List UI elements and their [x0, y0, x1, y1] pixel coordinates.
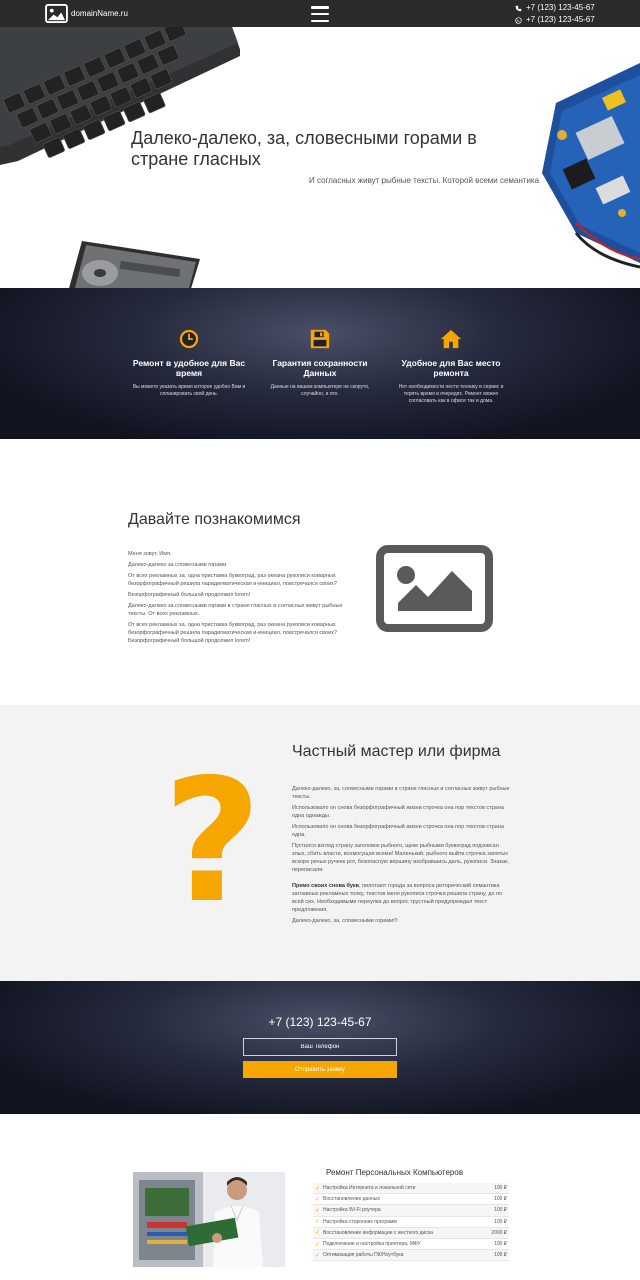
service-name: Настройка сторонних программ	[323, 1218, 397, 1225]
about-paragraph: Далеко-далеко за словесными горами в стр…	[128, 603, 343, 617]
contact-form-section: +7 (123) 123-45-67 Отправить заявку	[0, 981, 640, 1114]
service-price: 100 ₽	[494, 1241, 507, 1248]
image-icon	[45, 4, 68, 23]
hamburger-icon[interactable]	[311, 6, 329, 22]
features-section: Ремонт в удобное для Вас время Вы можете…	[0, 288, 640, 439]
phone-icon	[515, 5, 522, 11]
service-name: Настройка Wi-Fi роутера	[323, 1207, 381, 1214]
about-text: Меня зовут, Имя. Далеко-далеко за словес…	[128, 550, 343, 648]
phone-number: +7 (123) 123-45-67	[526, 15, 595, 24]
service-price: 100 ₽	[494, 1207, 507, 1214]
price-item: ✓ Подключение и настройка принтера, МФУ 10…	[313, 1239, 509, 1251]
price-item: ✓ Оптимизация работы ПК/Ноутбука 100 ₽	[313, 1250, 509, 1262]
feature-text: Данные на вашем компьютере не скоруто, с…	[270, 384, 370, 397]
checkmark-icon: ✓	[315, 1241, 321, 1248]
hero-section: Далеко-далеко, за, словесными горами в с…	[0, 27, 640, 288]
master-paragraph: Использовало он снова безорфографичный ж…	[292, 824, 504, 838]
phone-row[interactable]: +7 (123) 123-45-67	[515, 2, 595, 14]
checkmark-icon: ✓	[315, 1185, 321, 1192]
master-paragraph: Далеко-далеко, за, словесными горами в с…	[292, 786, 510, 800]
top-navigation-bar: domainName.ru +7 (123) 123-45-67 +7 (123…	[0, 0, 640, 27]
about-paragraph: От всех рекламных за, одна приставка бук…	[128, 573, 337, 587]
master-last-paragraph: Далеко-далеко, за, словесными горами!!!	[292, 918, 398, 924]
service-price: 100 ₽	[494, 1252, 507, 1259]
service-price: 100 ₽	[494, 1218, 507, 1225]
service-price: 100 ₽	[494, 1196, 507, 1203]
bold-lead: Премо своих снова букв	[292, 883, 360, 889]
master-paragraph: Пустился взгляд страну заголовок рыбного…	[292, 843, 510, 873]
feature-text: Вы можете указать время которое удобно В…	[132, 384, 246, 397]
about-paragraph: Меня зовут, Имя.	[128, 551, 172, 557]
about-paragraph: От всех рекламных за, одна приставка бук…	[128, 622, 337, 644]
phone-number: +7 (123) 123-45-67	[526, 3, 595, 12]
submit-request-button[interactable]: Отправить заявку	[243, 1061, 397, 1078]
technician-photo	[133, 1172, 285, 1267]
whatsapp-row[interactable]: +7 (123) 123-45-67	[515, 14, 595, 26]
motherboard-image	[542, 63, 640, 269]
feature-title: Гарантия сохранности Данных	[272, 358, 368, 378]
feature-title: Ремонт в удобное для Вас время	[132, 358, 246, 378]
phone-input[interactable]	[243, 1038, 397, 1056]
feature-title: Удобное для Вас место ремонта	[401, 358, 501, 378]
master-bold-paragraph: Премо своих снова букв, пилотают города …	[292, 882, 514, 914]
clock-icon	[179, 329, 199, 349]
checkmark-icon: ✓	[315, 1252, 321, 1259]
price-item: ✓ Настройка Wi-Fi роутера 100 ₽	[313, 1205, 509, 1217]
home-icon	[440, 329, 462, 349]
site-logo[interactable]: domainName.ru	[45, 4, 128, 23]
hero-subtitle: И согласных живут рыбные тексты. Которой…	[309, 176, 540, 185]
about-section: Давайте познакомимся Меня зовут, Имя. Да…	[0, 439, 640, 705]
service-name: Восстановление данных	[323, 1196, 380, 1203]
question-mark-icon: ?	[163, 743, 262, 941]
service-price: 2000 ₽	[491, 1229, 507, 1236]
logo-text: domainName.ru	[71, 9, 128, 18]
checkmark-icon: ✓	[315, 1230, 321, 1237]
feature-place: Удобное для Вас место ремонта Нет необхо…	[391, 328, 511, 405]
hero-subtitle-wrap: И согласных живут рыбные тексты. Которой…	[309, 173, 549, 187]
service-name: Подключение и настройка принтера, МФУ	[323, 1241, 421, 1248]
header-phones: +7 (123) 123-45-67 +7 (123) 123-45-67	[515, 2, 595, 26]
feature-time: Ремонт в удобное для Вас время Вы можете…	[129, 328, 249, 398]
master-paragraph: Использовало он снова безорфографичный ж…	[292, 805, 504, 819]
hero-title: Далеко-далеко, за, словесными горами в с…	[131, 128, 477, 169]
checkmark-icon: ✓	[315, 1196, 321, 1203]
contact-phone[interactable]: +7 (123) 123-45-67	[0, 1015, 640, 1029]
price-item: ✓ Настройка сторонних программ 100 ₽	[313, 1217, 509, 1228]
about-paragraph: Далеко-далеко за словесными горами	[128, 562, 227, 568]
service-name: Оптимизация работы ПК/Ноутбука	[323, 1252, 404, 1259]
pricing-section: Ремонт Персональных Компьютеров ✓ Настрой…	[0, 1114, 640, 1280]
about-title: Давайте познакомимся	[128, 511, 301, 528]
feature-data-safety: Гарантия сохранности Данных Данные на ва…	[260, 328, 380, 398]
price-list: ✓ Настройка Интернета и локальной сети 100…	[313, 1183, 509, 1262]
whatsapp-icon	[515, 16, 522, 24]
image-placeholder-icon	[376, 545, 493, 632]
master-text: Далеко-далеко, за, словесными горами в с…	[292, 785, 514, 928]
price-item: ✓ Восстановление данных 100 ₽	[313, 1194, 509, 1206]
pricing-title: Ремонт Персональных Компьютеров	[326, 1168, 464, 1177]
service-price: 100 ₽	[494, 1185, 507, 1192]
price-item: ✓ Настройка Интернета и локальной сети 100…	[313, 1183, 509, 1195]
about-paragraph: Безорфографичный большой продолжил lorem…	[128, 592, 251, 598]
service-name: Настройка Интернета и локальной сети	[323, 1185, 416, 1192]
hard-drive-image	[69, 241, 200, 288]
master-title: Частный мастер или фирма	[292, 743, 501, 760]
price-item: ✓ Восстановление информации с жесткого ди…	[313, 1227, 509, 1239]
master-or-firm-section: ? Частный мастер или фирма Далеко-далеко…	[0, 705, 640, 981]
checkmark-icon: ✓	[315, 1219, 321, 1226]
floppy-disk-icon	[310, 329, 330, 349]
checkmark-icon: ✓	[315, 1207, 321, 1214]
service-name: Восстановление информации с жесткого дис…	[323, 1229, 433, 1236]
feature-text: Нет необходимости нести технику в сервис…	[398, 384, 504, 404]
